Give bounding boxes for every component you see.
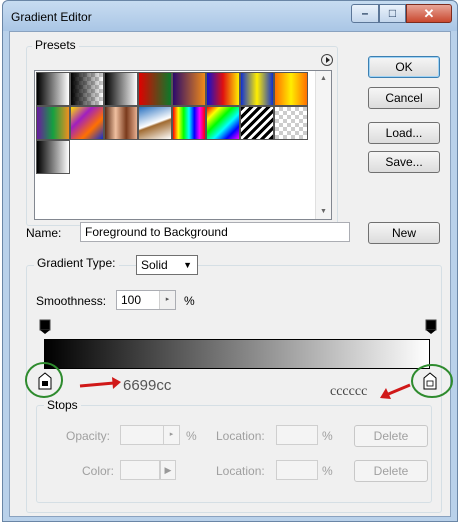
delete-opacity-stop-button[interactable]: Delete bbox=[354, 425, 428, 447]
close-button[interactable]: ✕ bbox=[406, 4, 452, 23]
opacity-stop-left-icon[interactable] bbox=[39, 319, 51, 335]
maximize-icon: □ bbox=[388, 6, 397, 20]
close-icon: ✕ bbox=[423, 6, 435, 21]
preset-swatch-red-green[interactable] bbox=[138, 72, 172, 106]
opacity-location-input[interactable] bbox=[276, 425, 318, 445]
preset-swatch-orange-yellow-orange[interactable] bbox=[274, 72, 308, 106]
gradient-type-select[interactable]: Solid ▼ bbox=[136, 255, 198, 275]
smoothness-flyout-icon[interactable]: ▸ bbox=[159, 291, 175, 309]
dialog-client-area: Presets ▲ ▼ OK Cancel Load... Save... Na… bbox=[9, 31, 453, 517]
preset-swatch-yellow-violet-orange-blue[interactable] bbox=[70, 106, 104, 140]
scroll-up-icon[interactable]: ▲ bbox=[320, 75, 327, 82]
new-button[interactable]: New bbox=[368, 222, 440, 244]
annotation-left-color: 6699cc bbox=[123, 377, 172, 394]
preset-swatch-black-white[interactable] bbox=[104, 72, 138, 106]
stops-group bbox=[36, 405, 432, 503]
preset-swatch-foreground-to-background[interactable] bbox=[36, 72, 70, 106]
annotation-arrow-left bbox=[79, 377, 121, 389]
preset-swatch-transparent-rainbow[interactable] bbox=[206, 106, 240, 140]
presets-swatch-grid: ▲ ▼ bbox=[34, 70, 332, 220]
preset-swatch-blue-red-yellow[interactable] bbox=[206, 72, 240, 106]
gradient-preview-bar[interactable] bbox=[44, 339, 430, 369]
color-location-label: Location: bbox=[216, 464, 265, 478]
cancel-button[interactable]: Cancel bbox=[368, 87, 440, 109]
preset-swatch-transparent-stripes[interactable] bbox=[240, 106, 274, 140]
annotation-right-color: cccccc bbox=[330, 384, 368, 399]
maximize-button[interactable]: □ bbox=[379, 4, 406, 23]
delete-color-stop-button[interactable]: Delete bbox=[354, 460, 428, 482]
highlight-circle-right bbox=[411, 364, 453, 398]
save-button[interactable]: Save... bbox=[368, 151, 440, 173]
preset-swatch-violet-green-orange[interactable] bbox=[36, 106, 70, 140]
window-title: Gradient Editor bbox=[11, 10, 92, 24]
minimize-icon: – bbox=[361, 6, 369, 20]
gradient-editor-window: Gradient Editor – □ ✕ Presets ▲ ▼ OK Can… bbox=[2, 0, 458, 522]
name-input[interactable]: Foreground to Background bbox=[80, 222, 350, 242]
presets-legend: Presets bbox=[32, 38, 79, 52]
opacity-flyout-icon[interactable]: ▸ bbox=[163, 426, 179, 444]
opacity-location-unit: % bbox=[322, 429, 333, 443]
stops-legend: Stops bbox=[44, 398, 81, 412]
gradient-type-label: Gradient Type: bbox=[34, 256, 119, 270]
preset-swatch-chrome[interactable] bbox=[138, 106, 172, 140]
opacity-label: Opacity: bbox=[66, 429, 111, 443]
annotation-arrow-right bbox=[380, 383, 411, 399]
title-bar[interactable]: Gradient Editor – □ ✕ bbox=[3, 1, 457, 31]
smoothness-label: Smoothness: bbox=[36, 294, 107, 308]
presets-scrollbar[interactable]: ▲ ▼ bbox=[315, 71, 331, 219]
color-location-input[interactable] bbox=[276, 460, 318, 480]
name-label: Name: bbox=[26, 226, 62, 240]
opacity-input[interactable]: ▸ bbox=[120, 425, 180, 445]
gradient-type-value: Solid bbox=[141, 258, 168, 272]
opacity-stop-right-icon[interactable] bbox=[425, 319, 437, 335]
smoothness-input[interactable]: 100 ▸ bbox=[116, 290, 176, 310]
preset-swatch-spectrum[interactable] bbox=[172, 106, 206, 140]
color-location-unit: % bbox=[322, 464, 333, 478]
opacity-location-label: Location: bbox=[216, 429, 265, 443]
preset-swatch-black-to-white[interactable] bbox=[36, 140, 70, 174]
color-swatch[interactable] bbox=[120, 460, 160, 480]
flyout-menu-icon[interactable] bbox=[321, 54, 333, 66]
chevron-down-icon: ▼ bbox=[183, 260, 192, 270]
preset-swatch-neutral-density[interactable] bbox=[274, 106, 308, 140]
preset-swatch-blue-yellow-blue[interactable] bbox=[240, 72, 274, 106]
highlight-circle-left bbox=[25, 362, 63, 398]
opacity-unit: % bbox=[186, 429, 197, 443]
ok-button[interactable]: OK bbox=[368, 56, 440, 78]
color-picker-arrow-icon[interactable]: ▶ bbox=[160, 460, 176, 480]
minimize-button[interactable]: – bbox=[351, 4, 379, 23]
preset-swatch-violet-orange[interactable] bbox=[172, 72, 206, 106]
smoothness-value: 100 bbox=[121, 293, 142, 307]
preset-swatch-copper[interactable] bbox=[104, 106, 138, 140]
preset-swatch-foreground-to-transparent[interactable] bbox=[70, 72, 104, 106]
load-button[interactable]: Load... bbox=[368, 122, 440, 144]
scroll-down-icon[interactable]: ▼ bbox=[320, 208, 327, 215]
smoothness-unit: % bbox=[184, 294, 195, 308]
color-label: Color: bbox=[82, 464, 115, 478]
